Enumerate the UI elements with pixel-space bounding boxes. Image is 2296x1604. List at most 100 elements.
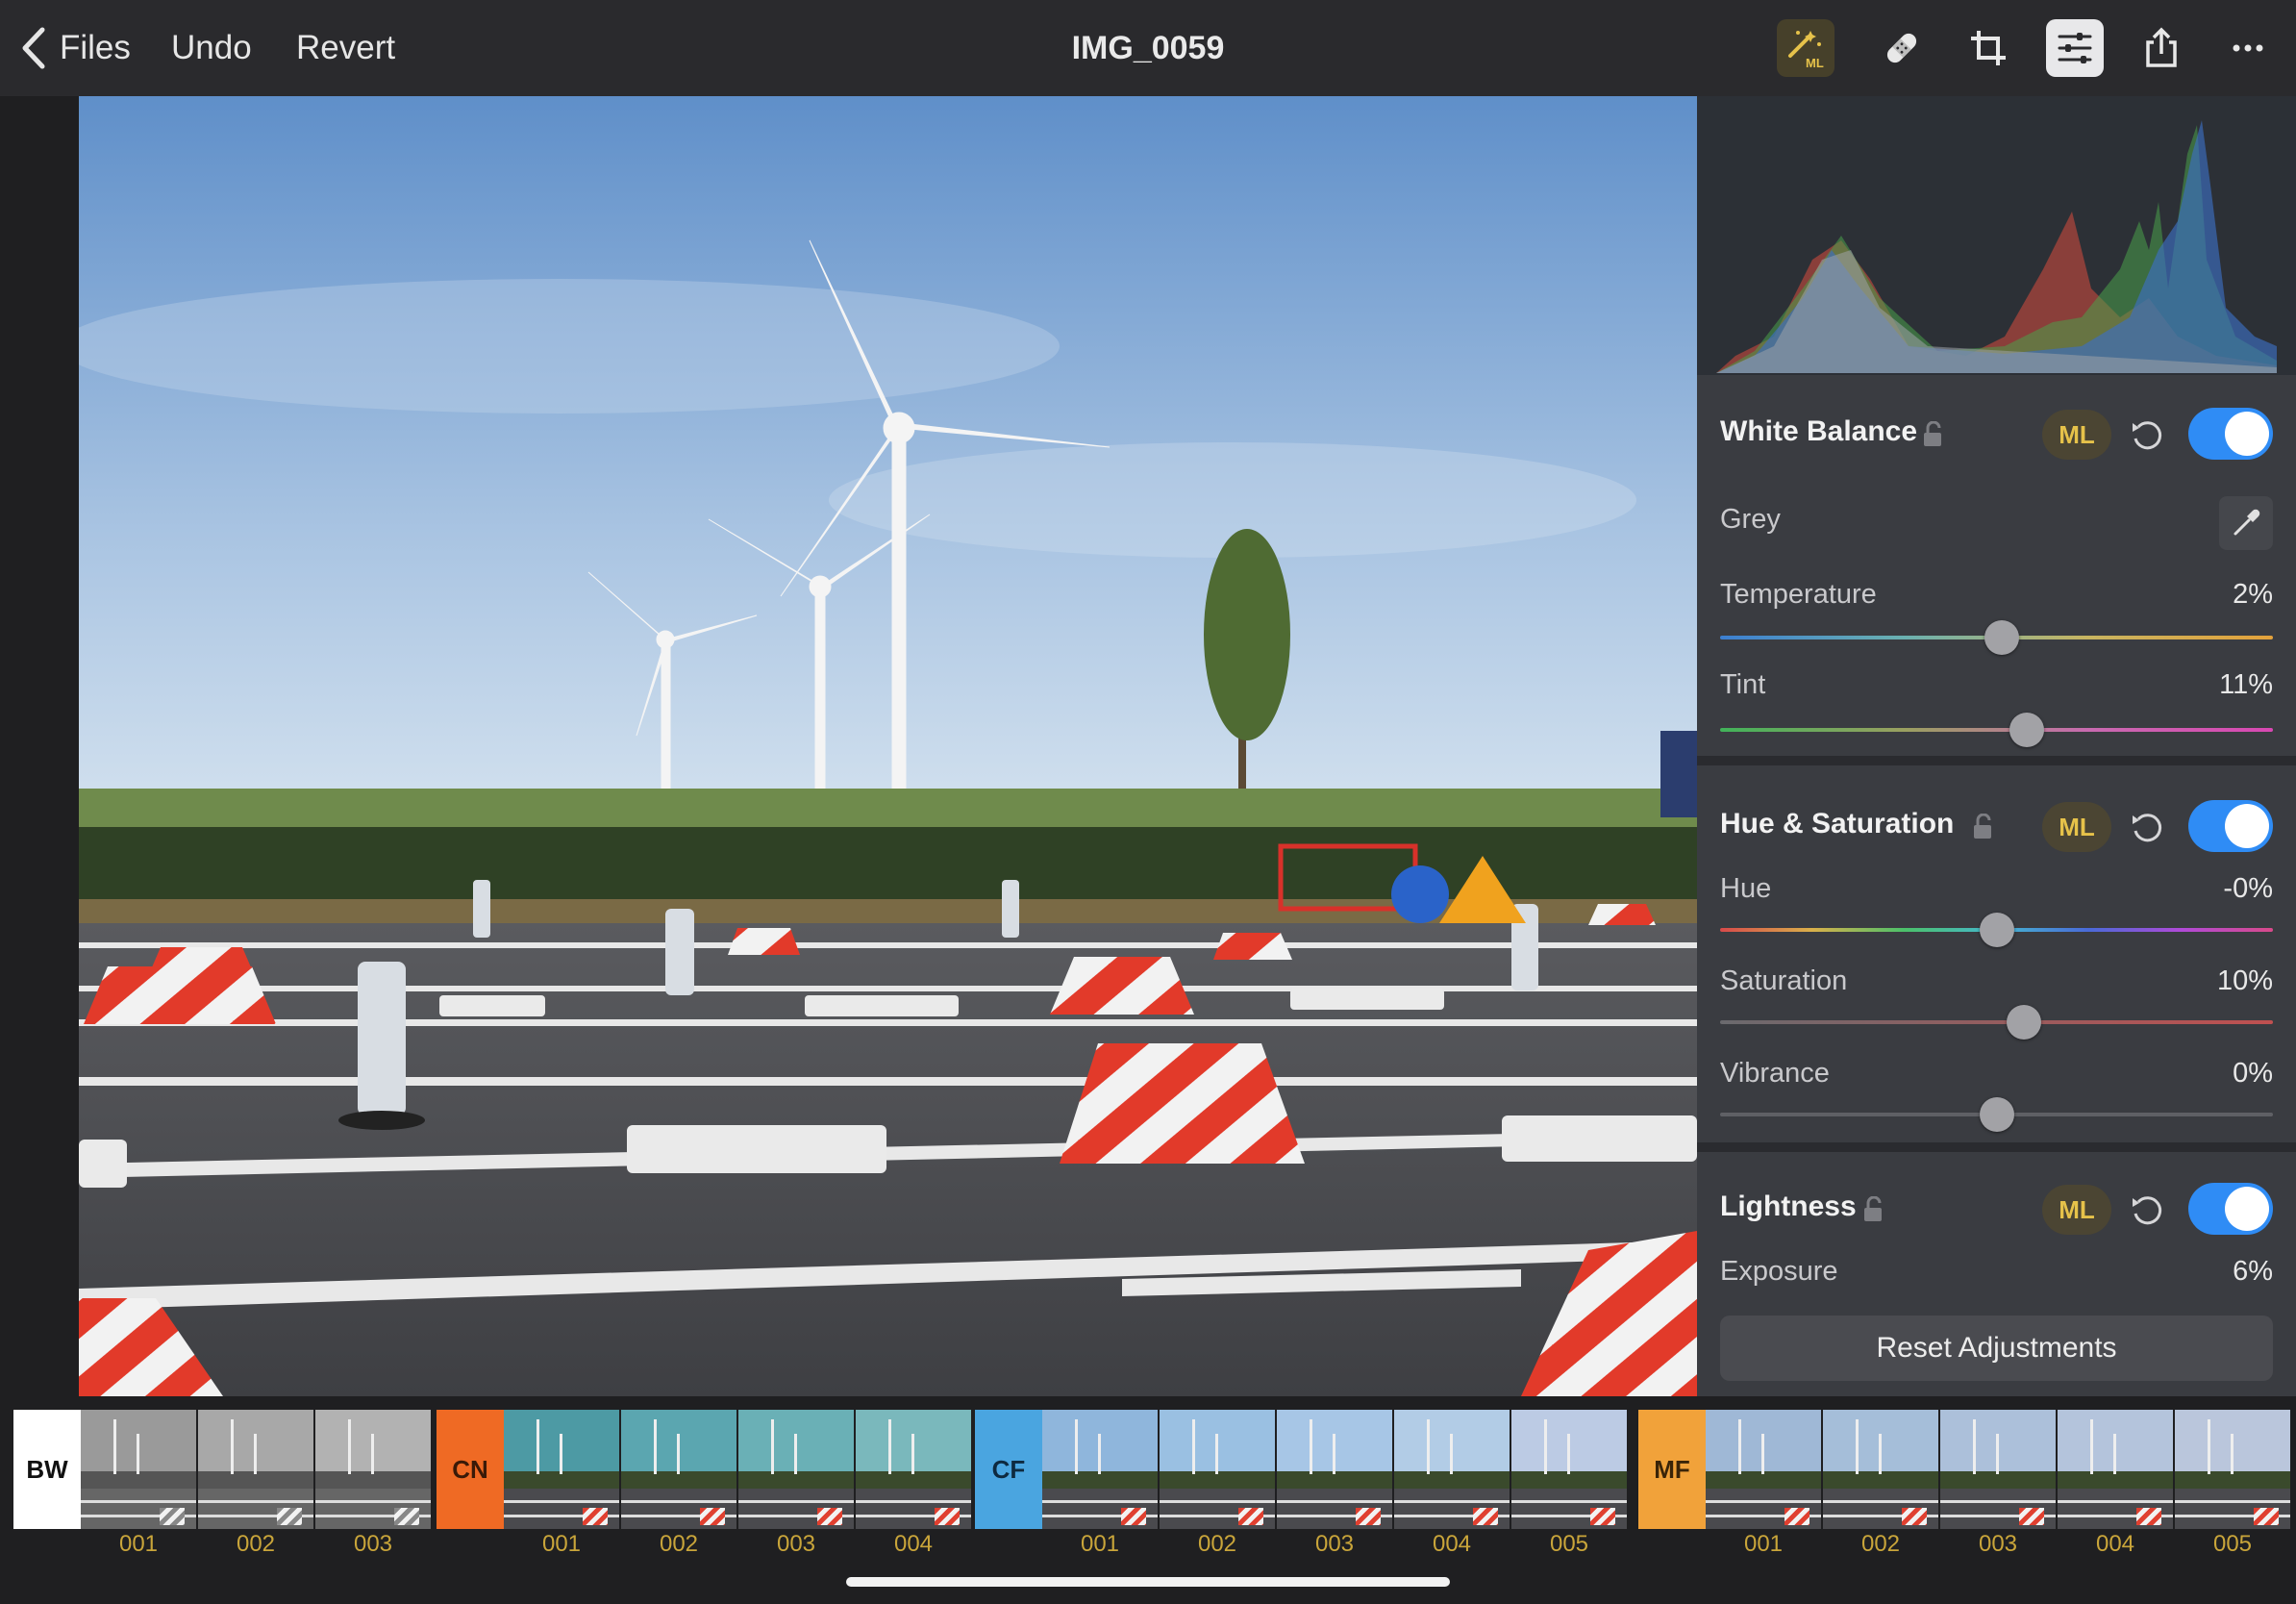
share-button[interactable] [2133, 19, 2190, 77]
vibrance-label: Vibrance [1720, 1058, 1830, 1089]
filter-thumbnail-cf-001[interactable] [1042, 1410, 1158, 1529]
undo-button[interactable]: Undo [171, 23, 252, 73]
thumb-windmill [1856, 1418, 1859, 1474]
vibrance-slider[interactable] [1720, 1095, 2273, 1134]
thumb-windmill [2113, 1433, 2116, 1474]
photo-image [79, 96, 1697, 1396]
filter-strip: 001 002 003 BW 001 002 003 004 CN 001 002 003 004 005… [0, 1396, 2296, 1604]
white-balance-ml-button[interactable]: ML [2042, 410, 2111, 460]
thumb-hedge [1940, 1471, 2056, 1489]
filter-number-label: 003 [1314, 1531, 1355, 1557]
tint-thumb[interactable] [2009, 713, 2045, 747]
filter-number-label: 001 [1080, 1531, 1120, 1557]
filter-thumbnail-bw-001[interactable] [81, 1410, 196, 1529]
white-balance-section: White Balance ML Grey Temperature 2% Tin… [1697, 375, 2296, 756]
histogram-chart [1716, 120, 2277, 373]
tint-slider[interactable] [1720, 711, 2273, 749]
hue-saturation-ml-button[interactable]: ML [2042, 802, 2111, 852]
thumb-road-line [504, 1500, 619, 1504]
hue-saturation-reset-icon[interactable] [2129, 808, 2167, 846]
filter-group-tag-cf[interactable]: CF [975, 1410, 1042, 1529]
revert-button[interactable]: Revert [296, 23, 395, 73]
temperature-slider[interactable] [1720, 618, 2273, 657]
lightness-toggle[interactable] [2188, 1183, 2273, 1235]
filter-number-label: 005 [1549, 1531, 1589, 1557]
thumb-road-line [1706, 1500, 1821, 1504]
adjustments-tool-button[interactable] [2046, 19, 2104, 77]
filter-thumbnail-mf-002[interactable] [1823, 1410, 1938, 1529]
thumb-hedge [2058, 1471, 2173, 1489]
filter-thumbnail-bw-003[interactable] [315, 1410, 431, 1529]
crop-tool-button[interactable] [1959, 19, 2017, 77]
lightness-ml-button[interactable]: ML [2042, 1185, 2111, 1235]
thumb-hedge [621, 1471, 736, 1489]
photo-canvas[interactable] [79, 96, 1697, 1396]
filter-number-label: 001 [541, 1531, 582, 1557]
filter-number-label: 002 [1860, 1531, 1901, 1557]
unlock-icon[interactable] [1972, 814, 1995, 840]
filter-thumbnail-cf-003[interactable] [1277, 1410, 1392, 1529]
crop-icon [1971, 31, 2006, 65]
saturation-label: Saturation [1720, 965, 1848, 996]
more-button[interactable] [2219, 19, 2277, 77]
thumb-windmill [1738, 1418, 1741, 1474]
section-divider [1697, 756, 2296, 765]
hue-saturation-toggle[interactable] [2188, 800, 2273, 852]
thumb-hedge [315, 1471, 431, 1489]
saturation-slider[interactable] [1720, 1003, 2273, 1041]
hue-thumb[interactable] [1979, 913, 2014, 947]
filter-thumbnail-cf-004[interactable] [1394, 1410, 1510, 1529]
unlock-icon[interactable] [1922, 421, 1945, 448]
thumb-windmill [2090, 1418, 2093, 1474]
filter-thumbnail-cn-002[interactable] [621, 1410, 736, 1529]
thumb-barrier [277, 1508, 302, 1525]
thumb-windmill [537, 1418, 539, 1474]
lightness-reset-icon[interactable] [2129, 1190, 2167, 1229]
adjustments-panel: White Balance ML Grey Temperature 2% Tin… [1697, 96, 2296, 1396]
filter-thumbnail-mf-001[interactable] [1706, 1410, 1821, 1529]
reset-adjustments-button[interactable]: Reset Adjustments [1720, 1316, 2273, 1381]
thumb-road-line [198, 1500, 313, 1504]
filter-thumbnail-cn-001[interactable] [504, 1410, 619, 1529]
repair-tool-button[interactable] [1873, 19, 1931, 77]
thumb-hedge [1511, 1471, 1627, 1489]
thumb-road-line [1277, 1500, 1392, 1504]
share-icon [2146, 27, 2177, 67]
filter-thumbnail-cn-004[interactable] [856, 1410, 971, 1529]
filter-thumbnail-mf-005[interactable] [2175, 1410, 2290, 1529]
ml-enhance-button[interactable]: ML [1777, 19, 1834, 77]
vibrance-thumb[interactable] [1979, 1097, 2014, 1132]
white-balance-toggle[interactable] [2188, 408, 2273, 460]
thumb-barrier [817, 1508, 842, 1525]
filter-number-label: 002 [1197, 1531, 1237, 1557]
thumb-hedge [1823, 1471, 1938, 1489]
saturation-thumb[interactable] [2007, 1005, 2042, 1040]
filter-thumbnail-mf-003[interactable] [1940, 1410, 2056, 1529]
temperature-thumb[interactable] [1984, 620, 2020, 655]
filter-thumbnail-mf-004[interactable] [2058, 1410, 2173, 1529]
thumb-barrier [583, 1508, 608, 1525]
white-balance-reset-icon[interactable] [2129, 415, 2167, 454]
thumb-road-line [1042, 1500, 1158, 1504]
unlock-icon[interactable] [1862, 1196, 1885, 1223]
vibrance-value: 0% [2233, 1058, 2273, 1089]
thumb-windmill [1973, 1418, 1976, 1474]
filter-group-tag-mf[interactable]: MF [1638, 1410, 1706, 1529]
thumb-windmill [1333, 1433, 1335, 1474]
back-button[interactable]: Files [17, 23, 131, 73]
histogram [1697, 96, 2296, 375]
filter-group-tag-bw[interactable]: BW [13, 1410, 81, 1529]
filter-thumbnail-cn-003[interactable] [738, 1410, 854, 1529]
filter-thumbnail-cf-002[interactable] [1160, 1410, 1275, 1529]
home-indicator[interactable] [846, 1577, 1450, 1587]
thumb-barrier [1121, 1508, 1146, 1525]
filter-group-cf: CF [975, 1410, 1629, 1529]
filter-group-tag-cn[interactable]: CN [437, 1410, 504, 1529]
filter-thumbnail-cf-005[interactable] [1511, 1410, 1627, 1529]
thumb-road-line [738, 1500, 854, 1504]
hue-slider[interactable] [1720, 911, 2273, 949]
filter-number-label: 003 [353, 1531, 393, 1557]
filter-thumbnail-bw-002[interactable] [198, 1410, 313, 1529]
grey-picker-button[interactable] [2219, 496, 2273, 550]
chevron-left-icon [22, 27, 45, 69]
